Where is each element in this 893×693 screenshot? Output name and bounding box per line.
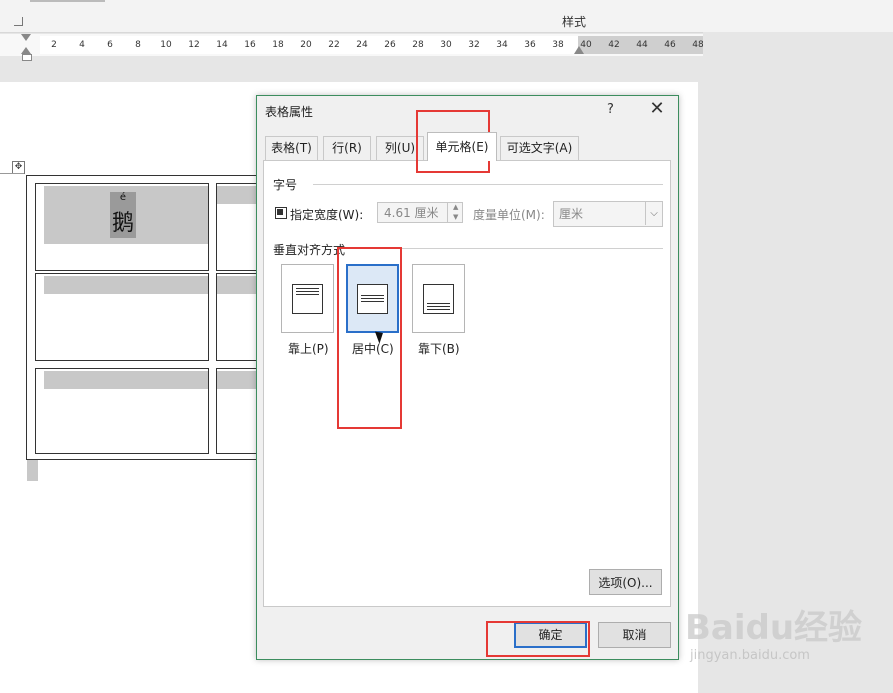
ruler-tick-label: 4: [79, 40, 85, 50]
ruler-tick-label: 10: [160, 40, 172, 50]
tab-cell[interactable]: 单元格(E): [427, 132, 497, 161]
ruby-base-character[interactable]: 鹅: [110, 205, 136, 237]
preferred-width-label: 指定宽度(W):: [290, 208, 364, 222]
ruler-tick-label: 18: [272, 40, 284, 50]
ruler-tick-label: 2: [51, 40, 57, 50]
chevron-down-icon[interactable]: ⌵: [645, 202, 662, 225]
close-icon[interactable]: ✕: [647, 98, 667, 119]
checkbox-checkmark-icon: [277, 209, 283, 215]
cell-shading: [44, 276, 208, 294]
hanging-indent-marker[interactable]: [21, 47, 31, 54]
group-separator: [313, 184, 663, 185]
ruler-tick-label: 26: [384, 40, 396, 50]
vertical-alignment-group-label: 垂直对齐方式: [273, 243, 346, 257]
measure-in-label: 度量单位(M):: [473, 208, 545, 222]
annotation-highlight: [486, 621, 590, 657]
ruler-tick-label: 14: [216, 40, 228, 50]
table-properties-dialog: 表格属性 ? ✕ 表格(T) 行(R) 列(U) 单元格(E) 可选文字(A) …: [256, 95, 679, 660]
ruler-tick-label: 6: [107, 40, 113, 50]
cell-tab-panel: [263, 160, 671, 607]
align-top-label: 靠上(P): [288, 342, 329, 356]
ruler-tick-label: 16: [244, 40, 256, 50]
annotation-highlight: [337, 247, 402, 429]
ribbon: [0, 0, 893, 33]
ruler-tick-label: 24: [356, 40, 368, 50]
crop-mark: [0, 173, 24, 174]
cancel-button[interactable]: 取消: [598, 622, 671, 648]
watermark-url: jingyan.baidu.com: [690, 648, 810, 663]
tab-alt-text[interactable]: 可选文字(A): [500, 136, 579, 160]
tab-table[interactable]: 表格(T): [265, 136, 318, 160]
ruler-tick-label: 34: [496, 40, 508, 50]
ruler-tick-label: 30: [440, 40, 452, 50]
ruler-tick-label: 46: [664, 40, 676, 50]
align-top-icon: [292, 284, 323, 314]
align-bottom-icon: [423, 284, 454, 314]
dialog-title: 表格属性: [265, 105, 314, 119]
ruler-tick-label: 28: [412, 40, 424, 50]
align-top-button[interactable]: [281, 264, 334, 333]
options-button[interactable]: 选项(O)...: [589, 569, 662, 595]
ruler-tick-label: 44: [636, 40, 648, 50]
left-indent-marker[interactable]: [22, 54, 32, 61]
ruler-tick-label: 36: [524, 40, 536, 50]
ruler-tick-label: 20: [300, 40, 312, 50]
size-group-label: 字号: [273, 178, 298, 192]
spin-up-icon[interactable]: ▲: [453, 203, 458, 211]
dialog-launcher-icon[interactable]: [14, 17, 23, 26]
spin-down-icon[interactable]: ▼: [453, 213, 458, 221]
ruler-tick-label: 48: [692, 40, 704, 50]
first-line-indent-marker[interactable]: [21, 34, 31, 41]
ruler-tick-label: 12: [188, 40, 200, 50]
paragraph-mark-shading: [27, 460, 38, 481]
ruler-tick-label: 22: [328, 40, 340, 50]
cell-shading: [44, 371, 208, 389]
right-indent-marker[interactable]: [574, 46, 584, 54]
ruler-tick-label: 38: [552, 40, 564, 50]
ruler-tick-label: 42: [608, 40, 620, 50]
align-bottom-button[interactable]: [412, 264, 465, 333]
ruler-tick-label: 8: [135, 40, 141, 50]
ruler-tick-label: 32: [468, 40, 480, 50]
ruby-pinyin: é: [119, 192, 127, 203]
tab-row[interactable]: 行(R): [323, 136, 371, 160]
label-table[interactable]: [26, 175, 269, 460]
watermark-logo: Baidu经验: [685, 608, 863, 648]
width-input[interactable]: 4.61 厘米: [377, 202, 452, 223]
group-separator: [357, 248, 663, 249]
help-icon[interactable]: ?: [607, 102, 614, 117]
align-bottom-label: 靠下(B): [418, 342, 460, 356]
workspace-gray-area: [703, 32, 893, 693]
ribbon-scroll-edge: [30, 0, 105, 2]
styles-group-label: 样式: [562, 15, 587, 29]
